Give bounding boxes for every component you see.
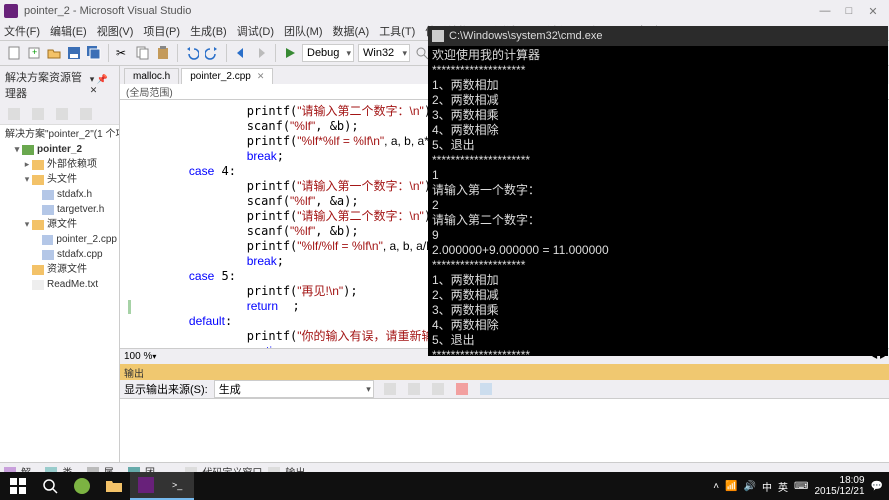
solution-explorer-title: 解决方案资源管理器 ▾ 📌 ✕	[0, 66, 119, 104]
task-browser[interactable]	[66, 472, 98, 500]
ime-lang[interactable]: 中	[762, 479, 772, 494]
tray-chevron-icon[interactable]: ˄	[713, 481, 719, 492]
file-stdafx-h[interactable]: stdafx.h	[2, 187, 117, 202]
window-title: pointer_2 - Microsoft Visual Studio	[24, 5, 191, 17]
solution-toolbar	[0, 104, 119, 125]
properties-icon[interactable]	[78, 106, 94, 122]
resources-node[interactable]: 资源文件	[2, 262, 117, 277]
output-filter-label: 显示输出来源(S):	[124, 381, 208, 397]
title-bar: pointer_2 - Microsoft Visual Studio ― □ …	[0, 0, 889, 22]
cut-icon[interactable]: ✂	[115, 45, 131, 61]
pin-icon[interactable]: ▾ 📌 ✕	[90, 74, 114, 96]
menu-debug[interactable]: 调试(D)	[237, 23, 274, 39]
platform-combo[interactable]: Win32	[358, 44, 410, 62]
search-button[interactable]	[34, 472, 66, 500]
solution-tree[interactable]: 解决方案"pointer_2"(1 个项目) ▾pointer_2 ▸外部依赖项…	[0, 125, 119, 294]
redo-icon[interactable]	[204, 45, 220, 61]
file-readme[interactable]: ReadMe.txt	[2, 277, 117, 292]
clock[interactable]: 18:09 2015/12/21	[814, 475, 864, 497]
tab-malloc[interactable]: malloc.h	[124, 68, 179, 84]
close-button[interactable]: ✕	[861, 5, 885, 18]
nav-back-icon[interactable]	[233, 45, 249, 61]
undo-icon[interactable]	[184, 45, 200, 61]
headers-node[interactable]: ▾头文件	[2, 172, 117, 187]
home-icon[interactable]	[6, 106, 22, 122]
tray-volume-icon[interactable]: 🔊	[744, 481, 756, 492]
sources-node[interactable]: ▾源文件	[2, 217, 117, 232]
add-item-icon[interactable]: +	[26, 45, 42, 61]
notifications-icon[interactable]: 💬	[871, 481, 883, 492]
menu-data[interactable]: 数据(A)	[333, 23, 370, 39]
file-targetver-h[interactable]: targetver.h	[2, 202, 117, 217]
menu-edit[interactable]: 编辑(E)	[50, 23, 87, 39]
save-icon[interactable]	[66, 45, 82, 61]
vs-logo	[4, 4, 18, 18]
svg-text:✂: ✂	[116, 46, 126, 60]
tray-keyboard-icon[interactable]: ⌨	[794, 481, 808, 492]
new-project-icon[interactable]	[6, 45, 22, 61]
output-source-combo[interactable]: 生成	[214, 380, 374, 398]
output-find-icon[interactable]	[382, 381, 398, 397]
output-clear-icon[interactable]	[454, 381, 470, 397]
minimize-button[interactable]: ―	[813, 5, 837, 17]
maximize-button[interactable]: □	[837, 5, 861, 17]
menu-view[interactable]: 视图(V)	[97, 23, 134, 39]
start-debug-icon[interactable]	[282, 45, 298, 61]
output-body[interactable]	[120, 398, 889, 462]
taskbar: >_ ˄ 📶 🔊 中 英 ⌨ 18:09 2015/12/21 💬	[0, 472, 889, 500]
menu-project[interactable]: 项目(P)	[143, 23, 180, 39]
paste-icon[interactable]	[155, 45, 171, 61]
console-output: 欢迎使用我的计算器 ******************** 1、两数相加 2、…	[428, 46, 888, 365]
task-explorer[interactable]	[98, 472, 130, 500]
output-prev-icon[interactable]	[406, 381, 422, 397]
show-all-icon[interactable]	[54, 106, 70, 122]
output-filter: 显示输出来源(S): 生成	[120, 380, 889, 398]
open-icon[interactable]	[46, 45, 62, 61]
cmd-icon	[432, 30, 444, 42]
output-wrap-icon[interactable]	[478, 381, 494, 397]
tab-close-icon[interactable]: ✕	[257, 71, 265, 82]
console-window[interactable]: C:\Windows\system32\cmd.exe 欢迎使用我的计算器 **…	[428, 26, 888, 356]
svg-text:>_: >_	[172, 480, 183, 490]
save-all-icon[interactable]	[86, 45, 102, 61]
refresh-icon[interactable]	[30, 106, 46, 122]
menu-build[interactable]: 生成(B)	[190, 23, 227, 39]
menu-tools[interactable]: 工具(T)	[379, 23, 415, 39]
console-title: C:\Windows\system32\cmd.exe	[449, 30, 602, 42]
tray-network-icon[interactable]: 📶	[725, 481, 737, 492]
ext-deps-node[interactable]: ▸外部依赖项	[2, 157, 117, 172]
output-next-icon[interactable]	[430, 381, 446, 397]
menu-file[interactable]: 文件(F)	[4, 23, 40, 39]
menu-team[interactable]: 团队(M)	[284, 23, 323, 39]
svg-text:+: +	[32, 47, 37, 57]
system-tray[interactable]: ˄ 📶 🔊 中 英 ⌨ 18:09 2015/12/21 💬	[713, 475, 887, 497]
ime-mode[interactable]: 英	[778, 479, 788, 494]
solution-root[interactable]: 解决方案"pointer_2"(1 个项目)	[2, 127, 117, 142]
output-header: 输出	[120, 364, 889, 380]
copy-icon[interactable]	[135, 45, 151, 61]
task-vs[interactable]	[130, 472, 162, 500]
start-button[interactable]	[2, 472, 34, 500]
nav-fwd-icon[interactable]	[253, 45, 269, 61]
console-title-bar[interactable]: C:\Windows\system32\cmd.exe	[428, 26, 888, 46]
solution-explorer: 解决方案资源管理器 ▾ 📌 ✕ 解决方案"pointer_2"(1 个项目) ▾…	[0, 66, 120, 462]
config-combo[interactable]: Debug	[302, 44, 354, 62]
project-node[interactable]: ▾pointer_2	[2, 142, 117, 157]
file-pointer-cpp[interactable]: pointer_2.cpp	[2, 232, 117, 247]
task-cmd[interactable]: >_	[162, 472, 194, 500]
file-stdafx-cpp[interactable]: stdafx.cpp	[2, 247, 117, 262]
tab-pointer[interactable]: pointer_2.cpp✕	[181, 68, 273, 84]
